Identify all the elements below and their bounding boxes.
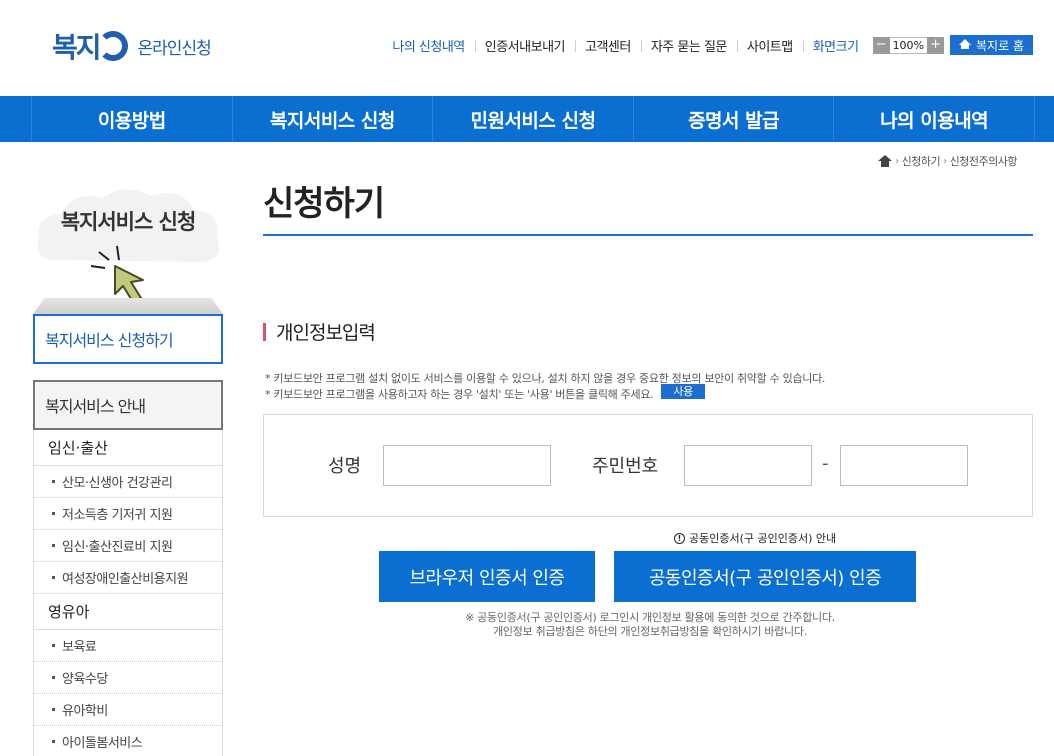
- util-sitemap[interactable]: 사이트맵: [736, 36, 803, 55]
- sidebar-item[interactable]: 아이돌봄서비스: [33, 726, 223, 756]
- sidebar-top-bevel: [33, 298, 223, 314]
- rrn-dash: -: [822, 453, 829, 474]
- breadcrumb: › 신청하기 › 신청전주의사항: [878, 153, 1018, 169]
- page-title: 신청하기: [263, 184, 385, 224]
- chevron-right-icon: ›: [943, 155, 947, 167]
- sidebar-item[interactable]: 저소득층 기저귀 지원: [33, 498, 223, 530]
- home-button-label: 복지로 홈: [976, 38, 1024, 53]
- consent-line: ※ 공동인증서(구 공인인증서) 로그인시 개인정보 활용에 동의한 것으로 간…: [465, 611, 835, 624]
- sidebar-menu-list: 임신·출산 산모·신생아 건강관리 저소득층 기저귀 지원 임신·출산진료비 지…: [33, 430, 223, 756]
- utility-menu: 나의 신청내역 인증서내보내기 고객센터 자주 묻는 질문 사이트맵 화면크기 …: [382, 34, 1033, 56]
- browser-certificate-auth-button[interactable]: 브라우저 인증서 인증: [379, 551, 595, 602]
- sidebar-item[interactable]: 산모·신생아 건강관리: [33, 466, 223, 498]
- util-customer-center[interactable]: 고객센터: [575, 36, 641, 55]
- rrn-back-input[interactable]: [840, 445, 968, 486]
- zoom-out-button[interactable]: −: [872, 36, 890, 54]
- util-screen-size-label: 화면크기: [802, 36, 869, 55]
- name-label: 성명: [328, 456, 362, 477]
- util-export-certificate[interactable]: 인증서내보내기: [474, 36, 575, 55]
- sidebar-category-pregnancy[interactable]: 임신·출산: [33, 430, 223, 466]
- info-icon: !: [674, 532, 685, 544]
- nav-how-to-use[interactable]: 이용방법: [32, 96, 233, 142]
- sidebar-item[interactable]: 유아학비: [33, 694, 223, 726]
- sidebar-item[interactable]: 양육수당: [33, 662, 223, 694]
- section-heading: 개인정보입력: [263, 318, 376, 345]
- sidebar-apply-welfare[interactable]: 복지서비스 신청하기: [33, 314, 223, 364]
- nav-certificate-issue[interactable]: 증명서 발급: [634, 96, 835, 142]
- logo-text: 온라인신청: [137, 38, 212, 59]
- zoom-control: − 100% +: [872, 36, 945, 54]
- cert-note-text: 공동인증서(구 공인인증서) 안내: [689, 532, 837, 545]
- section-title: 개인정보입력: [276, 322, 376, 344]
- sidebar-welfare-guide[interactable]: 복지서비스 안내: [33, 380, 223, 430]
- util-faq[interactable]: 자주 묻는 질문: [640, 36, 737, 55]
- rrn-front-input[interactable]: [684, 445, 812, 486]
- keyboard-security-use-button[interactable]: 사용: [661, 384, 705, 399]
- logo-mark: 복지: [52, 26, 128, 66]
- keyboard-security-notice: * 키보드보안 프로그램 설치 없이도 서비스를 이용할 수 있으나, 설치 하…: [265, 371, 825, 403]
- nav-civil-service-apply[interactable]: 민원서비스 신청: [433, 96, 634, 142]
- main-navigation: 이용방법 복지서비스 신청 민원서비스 신청 증명서 발급 나의 이용내역: [0, 96, 1054, 142]
- nav-welfare-service-apply[interactable]: 복지서비스 신청: [233, 96, 434, 142]
- cloud-illustration: [37, 189, 220, 298]
- zoom-value: 100%: [889, 36, 928, 54]
- sidebar-title: 복지서비스 신청: [60, 210, 197, 234]
- notice-line: * 키보드보안 프로그램을 사용하고자 하는 경우 '설치' 또는 '사용' 버…: [265, 384, 825, 403]
- chevron-right-icon: ›: [895, 155, 899, 167]
- util-my-applications[interactable]: 나의 신청내역: [382, 36, 474, 55]
- header: 복지 온라인신청 나의 신청내역 인증서내보내기 고객센터 자주 묻는 질문 사…: [0, 0, 1054, 96]
- joint-certificate-info-link[interactable]: ! 공동인증서(구 공인인증서) 안내: [674, 530, 836, 546]
- consent-notice: ※ 공동인증서(구 공인인증서) 로그인시 개인정보 활용에 동의한 것으로 간…: [400, 611, 900, 639]
- sidebar-item[interactable]: 보육료: [33, 630, 223, 662]
- joint-certificate-auth-button[interactable]: 공동인증서(구 공인인증서) 인증: [614, 551, 916, 602]
- privacy-line: 개인정보 취급방침은 하단의 개인정보취급방침을 확인하시기 바랍니다.: [493, 625, 807, 638]
- zoom-in-button[interactable]: +: [927, 36, 945, 54]
- rrn-label: 주민번호: [592, 456, 659, 477]
- home-icon: [959, 39, 972, 49]
- sidebar-category-infant[interactable]: 영유아: [33, 594, 223, 630]
- bokjiro-home-button[interactable]: 복지로 홈: [950, 35, 1033, 55]
- home-icon[interactable]: [878, 155, 893, 167]
- site-logo[interactable]: 복지 온라인신청: [52, 26, 212, 66]
- title-divider: [263, 234, 1033, 236]
- personal-info-form: 성명 주민번호 -: [263, 414, 1033, 517]
- sidebar-item[interactable]: 여성장애인출산비용지원: [33, 562, 223, 594]
- section-marker: [263, 322, 266, 341]
- breadcrumb-apply[interactable]: 신청하기: [902, 153, 941, 169]
- notice-line: * 키보드보안 프로그램 설치 없이도 서비스를 이용할 수 있으나, 설치 하…: [265, 372, 826, 385]
- nav-my-usage[interactable]: 나의 이용내역: [834, 96, 1035, 142]
- sidebar-item[interactable]: 임신·출산진료비 지원: [33, 530, 223, 562]
- breadcrumb-precautions[interactable]: 신청전주의사항: [950, 153, 1018, 169]
- name-input[interactable]: [383, 445, 551, 486]
